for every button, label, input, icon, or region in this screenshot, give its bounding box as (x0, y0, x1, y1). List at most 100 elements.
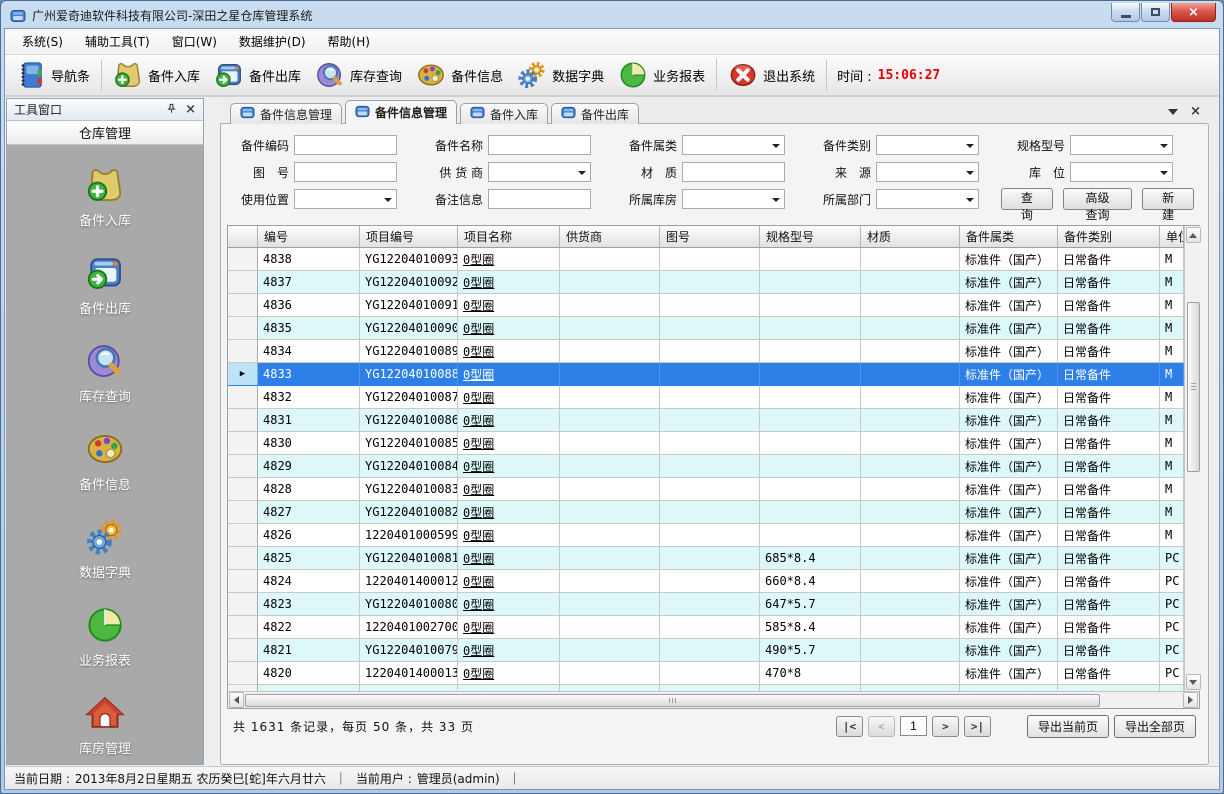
table-row[interactable]: 4828YG122040100830型圈标准件（国产）日常备件M (228, 478, 1184, 501)
toolbar-button-3[interactable]: 库存查询 (308, 57, 409, 93)
chevron-down-icon[interactable] (1160, 171, 1168, 175)
row-selector[interactable] (228, 294, 258, 317)
row-selector[interactable] (228, 478, 258, 501)
column-header-3[interactable]: 项目名称 (458, 226, 560, 248)
table-row[interactable]: 4837YG122040100920型圈标准件（国产）日常备件M (228, 271, 1184, 294)
table-row[interactable]: 4838YG122040100930型圈标准件（国产）日常备件M (228, 248, 1184, 271)
column-header-1[interactable]: 编号 (258, 226, 360, 248)
row-selector[interactable] (228, 386, 258, 409)
column-header-4[interactable]: 供货商 (560, 226, 660, 248)
toolbar-button-2[interactable]: 备件出库 (207, 57, 308, 93)
sidebar-item-5[interactable]: 业务报表 (79, 605, 131, 669)
prev-page-button[interactable]: < (868, 716, 895, 737)
text-field[interactable] (294, 135, 397, 155)
row-selector[interactable] (228, 662, 258, 685)
vertical-scroll-thumb[interactable] (1187, 302, 1200, 472)
column-header-5[interactable]: 图号 (660, 226, 760, 248)
row-selector[interactable] (228, 639, 258, 662)
tab-list-chevron-icon[interactable] (1168, 109, 1178, 115)
row-selector[interactable] (228, 593, 258, 616)
scroll-down-icon[interactable] (1186, 674, 1201, 690)
row-selector[interactable]: ▶ (228, 363, 258, 386)
chevron-down-icon[interactable] (384, 198, 392, 202)
chevron-down-icon[interactable] (772, 198, 780, 202)
toolbar-button-1[interactable]: 备件入库 (106, 57, 207, 93)
row-selector[interactable] (228, 409, 258, 432)
sidebar-item-6[interactable]: 库房管理 (79, 693, 131, 757)
table-row[interactable]: 4829YG122040100840型圈标准件（国产）日常备件M (228, 455, 1184, 478)
table-row[interactable]: 4831YG122040100860型圈标准件（国产）日常备件M (228, 409, 1184, 432)
chevron-down-icon[interactable] (966, 171, 974, 175)
table-row[interactable]: 482212204010027000型圈585*8.4标准件（国产）日常备件PC (228, 616, 1184, 639)
maximize-button[interactable] (1141, 3, 1170, 22)
combo-field[interactable] (1070, 135, 1173, 155)
text-field[interactable] (488, 135, 591, 155)
table-row[interactable]: 4827YG122040100820型圈标准件（国产）日常备件M (228, 501, 1184, 524)
row-selector[interactable] (228, 501, 258, 524)
combo-field[interactable] (876, 189, 979, 209)
row-selector[interactable] (228, 616, 258, 639)
page-number-input[interactable] (900, 716, 927, 736)
toolbar-button-7[interactable]: 退出系统 (721, 57, 822, 93)
horizontal-scroll-thumb[interactable] (245, 694, 1100, 707)
table-row[interactable]: 482412204014000120型圈660*8.4标准件（国产）日常备件PC (228, 570, 1184, 593)
tab-1[interactable]: >备件信息管理 (345, 100, 457, 124)
row-selector[interactable] (228, 455, 258, 478)
sidebar-group-header[interactable]: 仓库管理 (7, 121, 203, 145)
row-selector-header[interactable] (228, 226, 258, 248)
toolbar-button-5[interactable]: 数据字典 (510, 57, 611, 93)
toolbar-button-6[interactable]: 业务报表 (611, 57, 712, 93)
chevron-down-icon[interactable] (772, 144, 780, 148)
text-field[interactable] (294, 162, 397, 182)
horizontal-scrollbar[interactable] (228, 691, 1199, 708)
toolbar-button-4[interactable]: 备件信息 (409, 57, 510, 93)
chevron-down-icon[interactable] (578, 171, 586, 175)
column-header-10[interactable]: 单位 (1160, 226, 1184, 248)
row-selector[interactable] (228, 570, 258, 593)
sidebar-item-3[interactable]: 备件信息 (79, 429, 131, 493)
vertical-scrollbar[interactable] (1184, 226, 1201, 691)
table-row[interactable]: 4830YG122040100850型圈标准件（国产）日常备件M (228, 432, 1184, 455)
row-selector[interactable] (228, 317, 258, 340)
table-row[interactable]: ▶4833YG122040100880型圈标准件（国产）日常备件M (228, 363, 1184, 386)
table-row[interactable]: 4832YG122040100870型圈标准件（国产）日常备件M (228, 386, 1184, 409)
row-selector[interactable] (228, 248, 258, 271)
menu-item-3[interactable]: 数据维护(D) (228, 28, 317, 55)
text-field[interactable] (488, 189, 591, 209)
column-header-2[interactable]: 项目编号 (360, 226, 458, 248)
table-row[interactable]: 4825YG122040100810型圈685*8.4标准件（国产）日常备件PC (228, 547, 1184, 570)
table-row[interactable]: 482012204014000130型圈470*8标准件（国产）日常备件PC (228, 662, 1184, 685)
chevron-down-icon[interactable] (966, 198, 974, 202)
combo-field[interactable] (294, 189, 397, 209)
advanced-query-button[interactable]: 高级查询 (1063, 188, 1133, 210)
scroll-up-icon[interactable] (1186, 227, 1201, 243)
table-row[interactable]: 482612204010005990型圈标准件（国产）日常备件M (228, 524, 1184, 547)
combo-field[interactable] (682, 189, 785, 209)
column-header-6[interactable]: 规格型号 (760, 226, 861, 248)
text-field[interactable] (682, 162, 785, 182)
table-row[interactable]: 4836YG122040100910型圈标准件（国产）日常备件M (228, 294, 1184, 317)
last-page-button[interactable]: >| (964, 716, 991, 737)
chevron-down-icon[interactable] (1160, 144, 1168, 148)
sidebar-item-2[interactable]: 库存查询 (79, 341, 131, 405)
tab-3[interactable]: >备件出库 (551, 103, 639, 124)
query-button[interactable]: 查询 (1001, 188, 1053, 210)
menu-item-2[interactable]: 窗口(W) (161, 28, 228, 55)
combo-field[interactable] (682, 135, 785, 155)
sidebar-item-1[interactable]: 备件出库 (79, 253, 131, 317)
combo-field[interactable] (488, 162, 591, 182)
table-row[interactable]: 4835YG122040100900型圈标准件（国产）日常备件M (228, 317, 1184, 340)
chevron-down-icon[interactable] (966, 144, 974, 148)
scroll-left-icon[interactable] (229, 692, 244, 708)
combo-field[interactable] (876, 135, 979, 155)
panel-splitter[interactable] (204, 97, 220, 766)
export-current-page-button[interactable]: 导出当前页 (1027, 715, 1109, 738)
table-row[interactable]: 4823YG122040100800型圈647*5.7标准件（国产）日常备件PC (228, 593, 1184, 616)
first-page-button[interactable]: |< (836, 716, 863, 737)
menu-item-1[interactable]: 辅助工具(T) (74, 28, 161, 55)
tab-close-icon[interactable]: × (1190, 105, 1201, 118)
export-all-pages-button[interactable]: 导出全部页 (1114, 715, 1196, 738)
column-header-7[interactable]: 材质 (861, 226, 960, 248)
tab-2[interactable]: >备件入库 (460, 103, 548, 124)
menu-item-0[interactable]: 系统(S) (11, 28, 74, 55)
